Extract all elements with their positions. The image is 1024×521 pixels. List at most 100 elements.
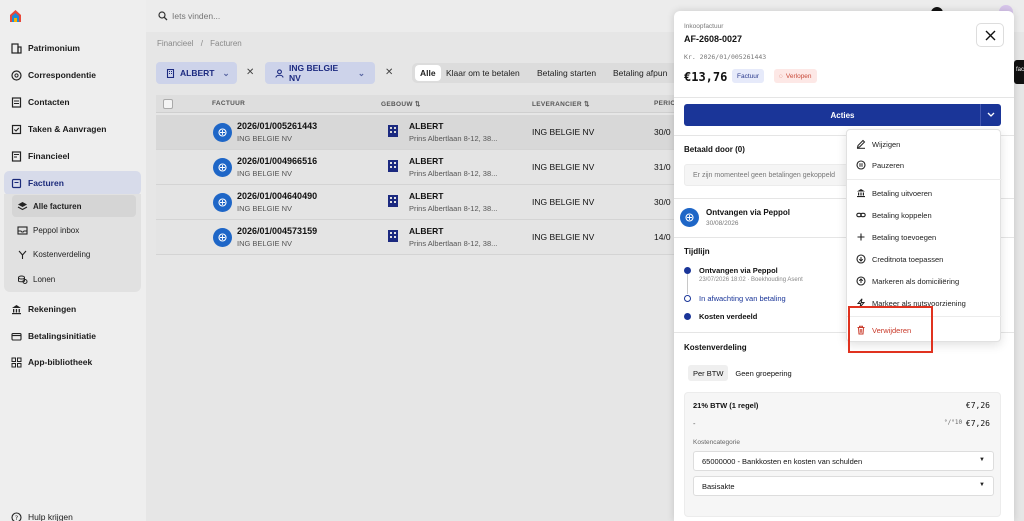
finance-icon xyxy=(10,150,22,162)
timeline-item-title: Kosten verdeeld xyxy=(699,312,758,321)
category-select[interactable]: 65000000 - Bankkosten en kosten van schu… xyxy=(693,451,994,471)
inbox-icon xyxy=(16,224,28,236)
timeline-dot xyxy=(684,295,691,302)
col-periode[interactable]: PERIO xyxy=(654,100,676,107)
tasks-icon xyxy=(10,123,22,135)
help-link[interactable]: ? Hulp krijgen xyxy=(4,505,141,521)
menu-item-betaling-koppelen[interactable]: Betaling koppelen xyxy=(847,205,1002,225)
menu-item-label: Betaling uitvoeren xyxy=(872,188,933,198)
sidebar-subitem-alle-facturen[interactable]: Alle facturen xyxy=(12,195,136,217)
tab-alle[interactable]: Alle xyxy=(415,65,441,81)
sidebar-item-correspondentie[interactable]: Correspondentie xyxy=(4,63,141,87)
sidebar-item-label: Taken & Aanvragen xyxy=(28,124,107,134)
edge-button[interactable]: fac xyxy=(1014,60,1024,84)
invoice-supplier: ING BELGIE NV xyxy=(237,169,293,178)
sidebar-item-label: Patrimonium xyxy=(28,43,80,53)
search-input[interactable] xyxy=(172,8,372,24)
col-factuur[interactable]: FACTUUR xyxy=(212,100,245,107)
menu-item-creditnota-toepassen[interactable]: Creditnota toepassen xyxy=(847,249,1002,269)
sidebar-subitem-peppol-inbox[interactable]: Peppol inbox xyxy=(12,219,136,241)
app-logo-icon[interactable] xyxy=(9,9,22,23)
building-address: Prins Albertlaan 8-12, 38... xyxy=(409,134,498,143)
building-icon xyxy=(388,230,398,242)
sidebar-item-patrimonium[interactable]: Patrimonium xyxy=(4,36,141,60)
select-all-checkbox[interactable] xyxy=(163,99,173,109)
timeline-dot xyxy=(684,313,691,320)
menu-item-label: Betaling toevoegen xyxy=(872,232,937,242)
remove-supplier-filter-icon[interactable]: ✕ xyxy=(385,67,393,78)
sidebar-item-rekeningen[interactable]: Rekeningen xyxy=(4,297,141,321)
tab-per-btw[interactable]: Per BTW xyxy=(688,365,729,381)
tab-betaling-starten[interactable]: Betaling starten xyxy=(532,65,601,81)
tab-geen-groepering[interactable]: Geen groepering xyxy=(730,365,796,381)
sort-icon: ⇅ xyxy=(414,101,421,108)
layers-icon xyxy=(16,200,28,212)
breadcrumb: Financieel / Facturen xyxy=(157,39,247,48)
bank-icon xyxy=(856,188,866,198)
vat-code: °/°10 xyxy=(944,419,963,426)
period: 30/0 xyxy=(654,127,671,137)
credit-icon xyxy=(856,254,866,264)
sidebar-subitem-label: Lonen xyxy=(33,274,56,284)
breadcrumb-item[interactable]: Facturen xyxy=(210,39,242,48)
menu-item-pauzeren[interactable]: Pauzeren xyxy=(847,155,1002,175)
building-icon xyxy=(388,160,398,172)
menu-separator xyxy=(847,179,1002,180)
table-row[interactable]: 2026/01/005261443 ING BELGIE NV ALBERT P… xyxy=(156,115,686,150)
building-address: Prins Albertlaan 8-12, 38... xyxy=(409,169,498,178)
menu-item-markeren-domiciliering[interactable]: Markeren als domiciliëring xyxy=(847,271,1002,291)
plus-icon xyxy=(856,232,866,242)
building-address: Prins Albertlaan 8-12, 38... xyxy=(409,239,498,248)
coins-icon xyxy=(16,273,28,285)
col-leverancier[interactable]: LEVERANCIER ⇅ xyxy=(532,100,590,108)
mail-icon xyxy=(10,69,22,81)
sidebar-subitem-lonen[interactable]: Lonen xyxy=(12,268,136,290)
sidebar-item-contacten[interactable]: Contacten xyxy=(4,90,141,114)
sidebar-item-label: Rekeningen xyxy=(28,304,77,314)
pause-icon xyxy=(856,160,866,170)
svg-text:?: ? xyxy=(14,514,17,521)
actions-dropdown-toggle[interactable] xyxy=(980,104,1001,126)
peppol-icon xyxy=(213,158,232,177)
menu-item-betaling-toevoegen[interactable]: Betaling toevoegen xyxy=(847,227,1002,247)
sidebar-item-app-bibliotheek[interactable]: App-bibliotheek xyxy=(4,350,141,374)
cost-grouping-tabs: Per BTW Geen groepering xyxy=(688,365,799,381)
supplier-name: ING BELGIE NV xyxy=(532,127,595,137)
menu-item-wijzigen[interactable]: Wijzigen xyxy=(847,134,1002,154)
close-icon xyxy=(985,30,995,40)
actions-button[interactable]: Acties xyxy=(684,104,1001,126)
invoice-amount: €13,76 xyxy=(684,70,728,84)
status-tabs: Alle Klaar om te betalen Betaling starte… xyxy=(412,63,682,83)
chevron-down-icon: ⌄ xyxy=(357,67,365,78)
table-row[interactable]: 2026/01/004640490 ING BELGIE NV ALBERT P… xyxy=(156,185,686,220)
sidebar-item-taken[interactable]: Taken & Aanvragen xyxy=(4,117,141,141)
sidebar-item-label: Correspondentie xyxy=(28,70,97,80)
tab-klaar-om-te-betalen[interactable]: Klaar om te betalen xyxy=(441,65,525,81)
invoice-number: 2026/01/004966516 xyxy=(237,156,318,166)
chevron-down-icon xyxy=(987,112,995,117)
supplier-filter-chip[interactable]: ING BELGIE NV ⌄ xyxy=(265,62,375,84)
building-icon xyxy=(10,42,22,54)
chip-label: ING BELGIE NV xyxy=(289,63,339,83)
sidebar-item-financieel[interactable]: Financieel xyxy=(4,144,141,168)
arrow-up-circle-icon xyxy=(856,276,866,286)
sidebar-item-facturen[interactable]: Facturen xyxy=(4,171,141,195)
table-row[interactable]: 2026/01/004573159 ING BELGIE NV ALBERT P… xyxy=(156,220,686,255)
period: 30/0 xyxy=(654,197,671,207)
category-label: Kostencategorie xyxy=(693,439,740,446)
tab-betaling-afpunten[interactable]: Betaling afpun xyxy=(608,65,672,81)
menu-item-label: Wijzigen xyxy=(872,139,901,149)
sidebar-item-betalingsinitiatie[interactable]: Betalingsinitiatie xyxy=(4,324,141,348)
breadcrumb-item[interactable]: Financieel xyxy=(157,39,193,48)
caret-down-icon: ▼ xyxy=(979,457,985,463)
basis-select[interactable]: Basisakte ▼ xyxy=(693,476,994,496)
remove-building-filter-icon[interactable]: ✕ xyxy=(246,67,254,78)
table-header: FACTUUR GEBOUW ⇅ LEVERANCIER ⇅ PERIO xyxy=(156,95,686,113)
table-row[interactable]: 2026/01/004966516 ING BELGIE NV ALBERT P… xyxy=(156,150,686,185)
col-gebouw[interactable]: GEBOUW ⇅ xyxy=(381,100,421,108)
building-filter-chip[interactable]: ALBERT ⌄ xyxy=(156,62,237,84)
menu-item-betaling-uitvoeren[interactable]: Betaling uitvoeren xyxy=(847,183,1002,203)
sidebar-subitem-kostenverdeling[interactable]: Kostenverdeling xyxy=(12,243,136,265)
peppol-icon xyxy=(213,123,232,142)
close-button[interactable] xyxy=(976,23,1004,47)
